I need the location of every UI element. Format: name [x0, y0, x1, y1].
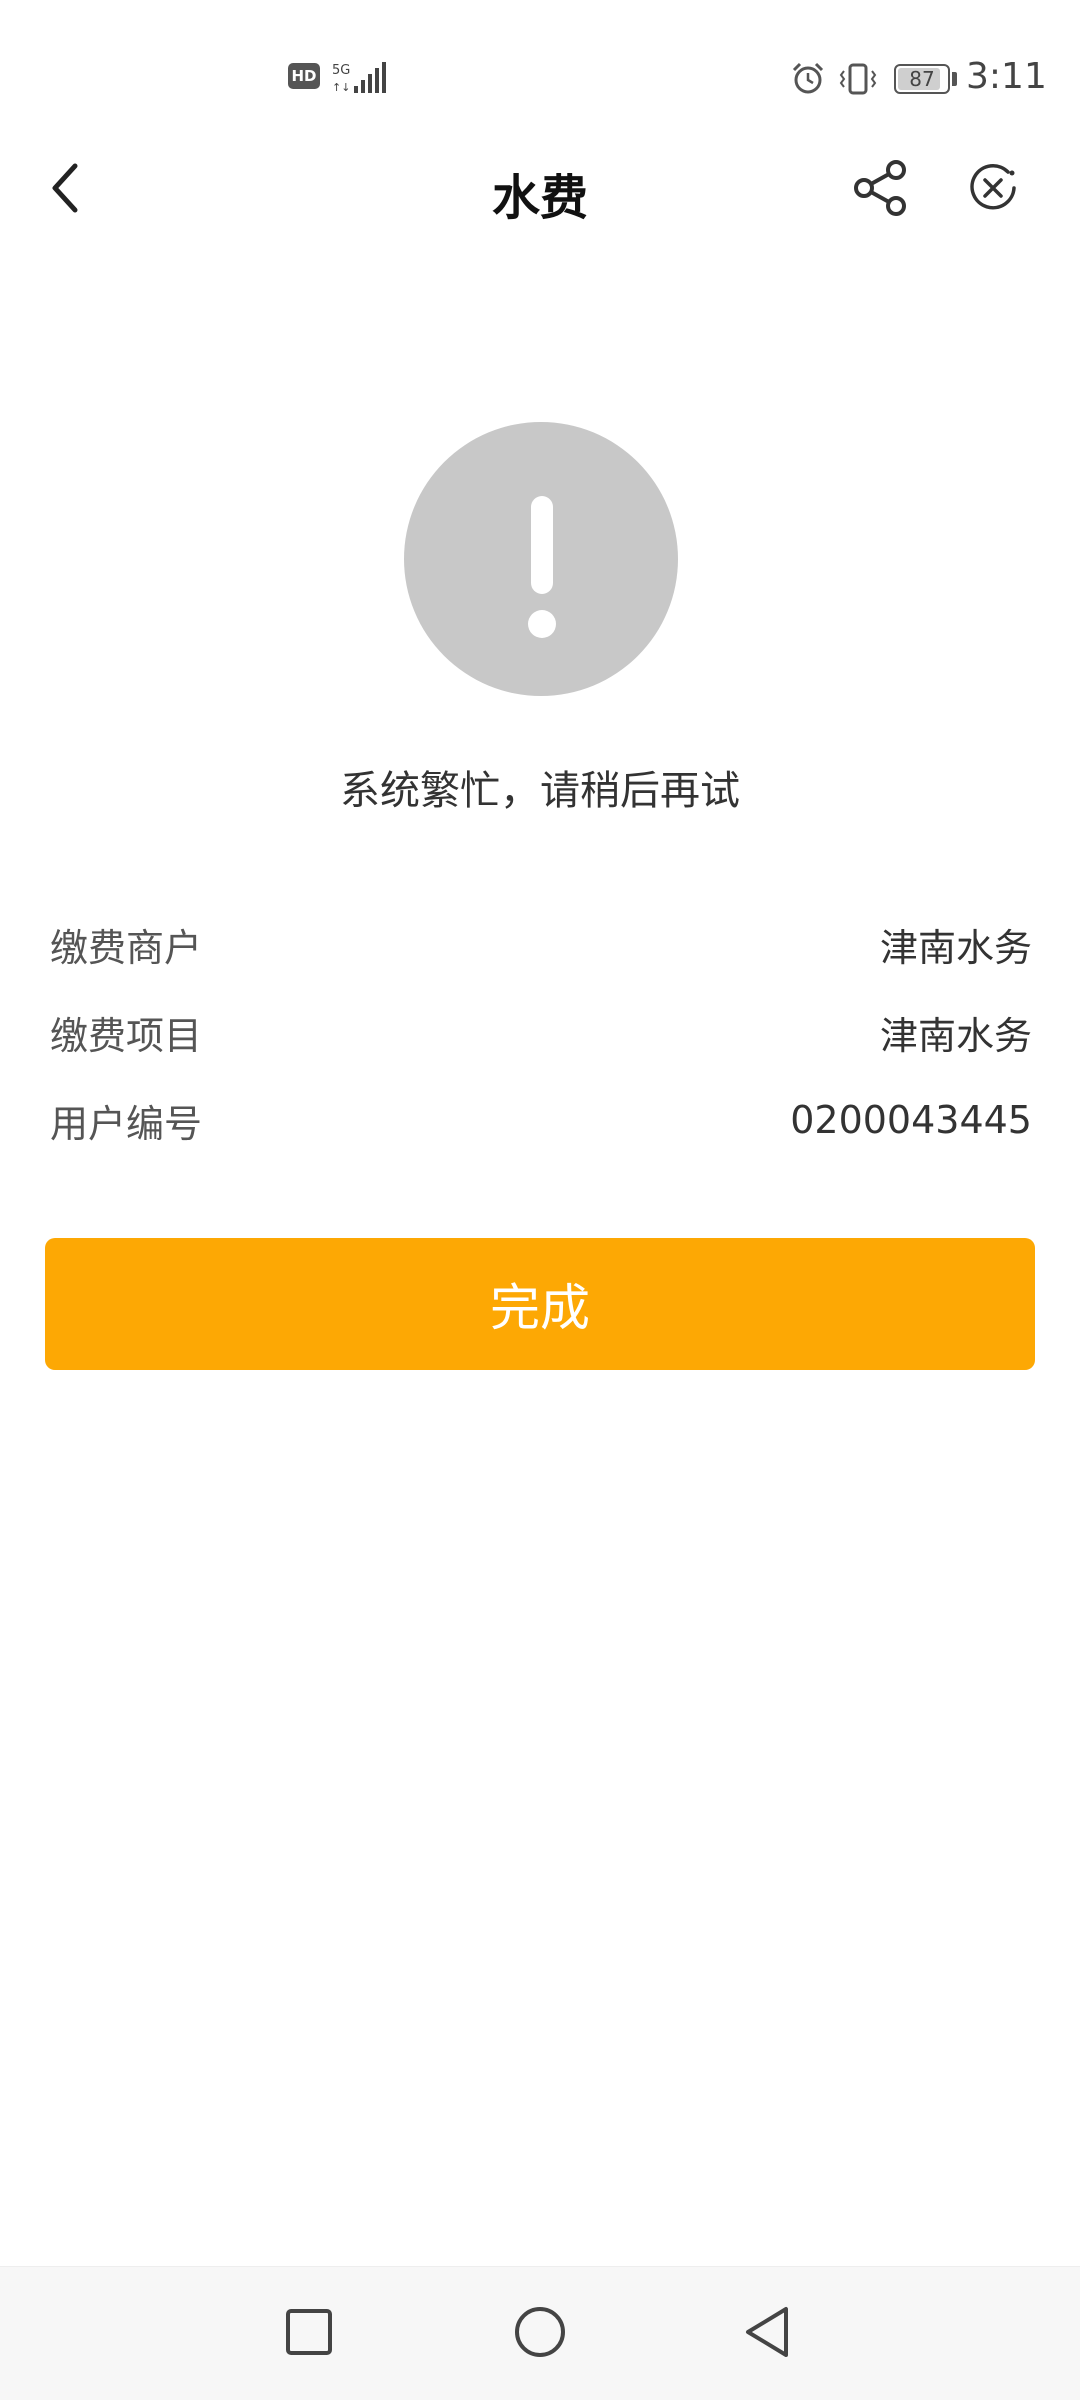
svg-text:↑↓: ↑↓ — [332, 81, 350, 94]
home-icon — [515, 2307, 565, 2357]
recent-apps-button[interactable] — [274, 2297, 344, 2367]
done-button[interactable]: 完成 — [45, 1238, 1035, 1370]
detail-value: 津南水务 — [879, 1013, 1032, 1058]
app-header: 水费 — [0, 140, 1080, 236]
close-circle-icon — [970, 164, 1016, 210]
back-triangle-icon — [746, 2307, 788, 2357]
detail-row-user-id: 用户编号 0200043445 — [50, 1076, 1032, 1164]
detail-label: 缴费项目 — [50, 1013, 203, 1058]
detail-value: 津南水务 — [879, 925, 1032, 970]
status-bar: HD 5G ↑↓ 87 3:11 — [0, 0, 1080, 160]
alarm-icon — [792, 62, 824, 94]
system-nav-bar — [0, 2266, 1080, 2400]
detail-label: 用户编号 — [50, 1101, 203, 1146]
share-button[interactable] — [846, 150, 916, 226]
hd-badge: HD — [288, 63, 320, 89]
detail-value: 0200043445 — [790, 1098, 1032, 1142]
nav-back-button[interactable] — [733, 2297, 803, 2367]
clock: 3:11 — [966, 56, 1047, 97]
error-message: 系统繁忙，请稍后再试 — [340, 768, 740, 814]
share-icon — [854, 160, 906, 216]
detail-row-merchant: 缴费商户 津南水务 — [50, 900, 1032, 988]
battery-level: 87 — [909, 67, 935, 91]
home-button[interactable] — [505, 2297, 575, 2367]
vibrate-icon — [839, 63, 877, 95]
exclamation-circle-icon — [404, 422, 678, 696]
page-title: 水费 — [491, 170, 588, 226]
detail-row-item: 缴费项目 津南水务 — [50, 988, 1032, 1076]
network-label: 5G — [332, 63, 350, 78]
close-button[interactable] — [958, 150, 1028, 226]
detail-label: 缴费商户 — [50, 925, 203, 970]
recent-apps-icon — [286, 2309, 332, 2355]
signal-icon: 5G ↑↓ — [332, 62, 386, 94]
payment-details: 缴费商户 津南水务 缴费项目 津南水务 用户编号 0200043445 — [50, 900, 1032, 1164]
